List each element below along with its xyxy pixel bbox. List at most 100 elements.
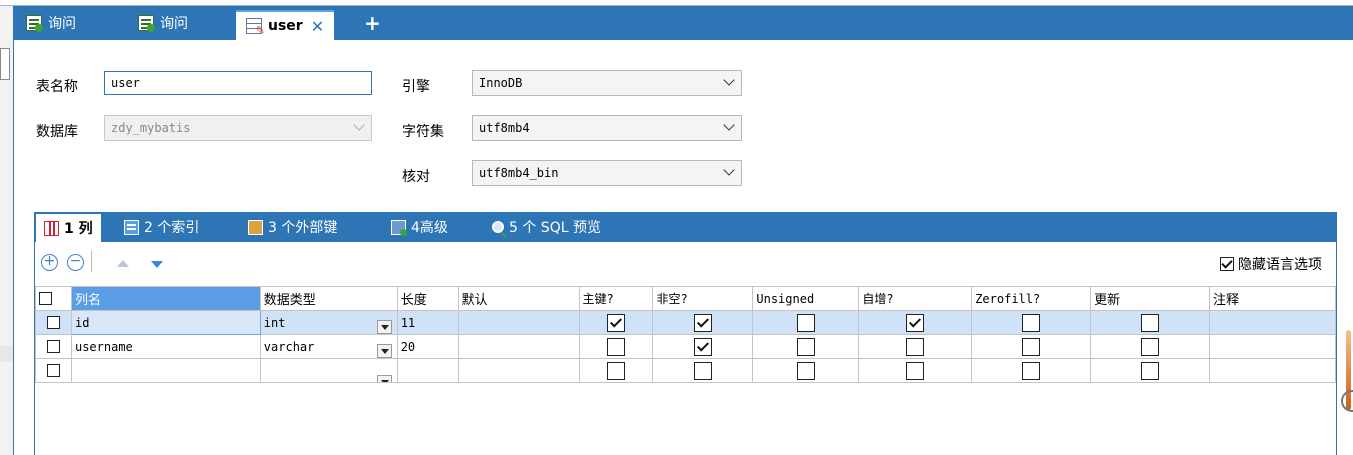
table-row[interactable]: id int 11 bbox=[35, 310, 1336, 335]
col-header-pk[interactable]: 主键? bbox=[578, 286, 654, 311]
dropdown-arrow-icon[interactable] bbox=[376, 343, 392, 358]
cell-update[interactable] bbox=[1090, 310, 1211, 335]
cell-default[interactable] bbox=[457, 358, 580, 383]
select-all-cell[interactable] bbox=[35, 286, 72, 311]
pk-checkbox[interactable] bbox=[606, 313, 625, 332]
cell-data-type[interactable]: int bbox=[259, 310, 398, 335]
zerofill-checkbox[interactable] bbox=[1022, 313, 1041, 332]
col-header-update[interactable]: 更新 bbox=[1090, 286, 1211, 311]
cell-zerofill[interactable] bbox=[971, 358, 1092, 383]
add-tab-button[interactable]: + bbox=[364, 12, 381, 34]
cell-length[interactable]: 11 bbox=[396, 310, 459, 335]
hide-language-toggle[interactable]: 隐藏语言选项 bbox=[1220, 254, 1322, 274]
cell-update[interactable] bbox=[1090, 334, 1211, 359]
charset-select[interactable]: utf8mb4 bbox=[472, 115, 742, 141]
tab-indexes[interactable]: 2 个索引 bbox=[124, 212, 199, 242]
zerofill-checkbox[interactable] bbox=[1022, 361, 1041, 380]
cell-update[interactable] bbox=[1090, 358, 1211, 383]
cell-notnull[interactable] bbox=[652, 310, 754, 335]
cell-column-name[interactable]: username bbox=[70, 334, 261, 359]
cell-comment[interactable] bbox=[1209, 358, 1336, 383]
table-row[interactable]: username varchar 20 bbox=[35, 334, 1336, 359]
cell-zerofill[interactable] bbox=[971, 334, 1092, 359]
collation-select[interactable]: utf8mb4_bin bbox=[472, 160, 742, 186]
select-all-checkbox[interactable] bbox=[39, 292, 52, 305]
tab-advanced[interactable]: 4高级 bbox=[391, 212, 448, 242]
tab-sql-preview[interactable]: 5 个 SQL 预览 bbox=[492, 212, 601, 242]
tab-query-1[interactable]: 询问 bbox=[26, 6, 76, 40]
cell-data-type[interactable] bbox=[259, 358, 398, 383]
col-header-notnull[interactable]: 非空? bbox=[652, 286, 754, 311]
cell-notnull[interactable] bbox=[652, 358, 754, 383]
notnull-checkbox[interactable] bbox=[693, 361, 712, 380]
pk-checkbox[interactable] bbox=[606, 337, 625, 356]
notnull-checkbox[interactable] bbox=[693, 337, 712, 356]
col-header-unsigned[interactable]: Unsigned bbox=[752, 286, 860, 311]
col-header-autoinc[interactable]: 自增? bbox=[858, 286, 973, 311]
col-header-type[interactable]: 数据类型 bbox=[259, 286, 398, 311]
row-select-checkbox[interactable] bbox=[46, 316, 60, 329]
tab-user-table[interactable]: user ✕ bbox=[236, 10, 335, 40]
cell-unsigned[interactable] bbox=[752, 358, 860, 383]
row-select-cell[interactable] bbox=[35, 358, 72, 383]
col-header-length[interactable]: 长度 bbox=[396, 286, 459, 311]
update-checkbox[interactable] bbox=[1141, 313, 1160, 332]
row-select-cell[interactable] bbox=[35, 310, 72, 335]
database-label: 数据库 bbox=[36, 124, 78, 140]
col-header-comment[interactable]: 注释 bbox=[1209, 286, 1336, 311]
dropdown-arrow-icon[interactable] bbox=[376, 374, 392, 382]
row-select-checkbox[interactable] bbox=[46, 364, 60, 377]
add-column-button[interactable]: + bbox=[41, 254, 58, 271]
remove-column-button[interactable]: − bbox=[67, 254, 84, 271]
move-up-button[interactable] bbox=[117, 260, 129, 267]
cell-notnull[interactable] bbox=[652, 334, 754, 359]
row-select-cell[interactable] bbox=[35, 334, 72, 359]
col-header-zerofill[interactable]: Zerofill? bbox=[971, 286, 1092, 311]
cell-pk[interactable] bbox=[578, 310, 654, 335]
autoinc-checkbox[interactable] bbox=[906, 337, 925, 356]
cell-comment[interactable] bbox=[1209, 334, 1336, 359]
autoinc-checkbox[interactable] bbox=[906, 313, 925, 332]
update-checkbox[interactable] bbox=[1141, 337, 1160, 356]
cell-length[interactable]: 20 bbox=[396, 334, 459, 359]
cell-autoinc[interactable] bbox=[858, 334, 973, 359]
cell-default[interactable] bbox=[457, 310, 580, 335]
unsigned-checkbox[interactable] bbox=[796, 313, 815, 332]
move-down-button[interactable] bbox=[151, 261, 163, 268]
unsigned-checkbox[interactable] bbox=[796, 361, 815, 380]
col-header-name[interactable]: 列名 bbox=[70, 286, 261, 311]
zerofill-checkbox[interactable] bbox=[1022, 337, 1041, 356]
unsigned-checkbox[interactable] bbox=[796, 337, 815, 356]
dropdown-arrow-icon[interactable] bbox=[376, 319, 392, 334]
cell-autoinc[interactable] bbox=[858, 358, 973, 383]
update-checkbox[interactable] bbox=[1141, 361, 1160, 380]
table-row[interactable] bbox=[35, 358, 1336, 383]
cell-unsigned[interactable] bbox=[752, 334, 860, 359]
cell-zerofill[interactable] bbox=[971, 310, 1092, 335]
engine-select[interactable]: InnoDB bbox=[472, 70, 742, 96]
cell-default[interactable] bbox=[457, 334, 580, 359]
vertical-scrollbar[interactable] bbox=[1341, 325, 1353, 415]
table-name-input[interactable]: user bbox=[104, 71, 372, 95]
cell-unsigned[interactable] bbox=[752, 310, 860, 335]
cell-data-type[interactable]: varchar bbox=[259, 334, 398, 359]
cell-autoinc[interactable] bbox=[858, 310, 973, 335]
splitter-handle[interactable] bbox=[0, 48, 10, 80]
tab-foreign-keys[interactable]: 3 个外部键 bbox=[248, 212, 337, 242]
cell-column-name[interactable]: id bbox=[70, 310, 261, 335]
close-icon[interactable]: ✕ bbox=[311, 17, 324, 36]
col-header-default[interactable]: 默认 bbox=[457, 286, 580, 311]
cell-length[interactable] bbox=[396, 358, 459, 383]
hide-language-checkbox[interactable] bbox=[1220, 257, 1234, 271]
cell-column-name[interactable] bbox=[70, 358, 261, 383]
pk-checkbox[interactable] bbox=[606, 361, 625, 380]
row-select-checkbox[interactable] bbox=[46, 340, 60, 353]
autoinc-checkbox[interactable] bbox=[906, 361, 925, 380]
cell-pk[interactable] bbox=[578, 334, 654, 359]
cell-pk[interactable] bbox=[578, 358, 654, 383]
cell-comment[interactable] bbox=[1209, 310, 1336, 335]
tab-query-2[interactable]: 询问 bbox=[138, 6, 188, 40]
tab-columns[interactable]: 1 列 bbox=[36, 214, 101, 242]
tab-label: 5 个 SQL 预览 bbox=[509, 220, 601, 236]
notnull-checkbox[interactable] bbox=[693, 313, 712, 332]
